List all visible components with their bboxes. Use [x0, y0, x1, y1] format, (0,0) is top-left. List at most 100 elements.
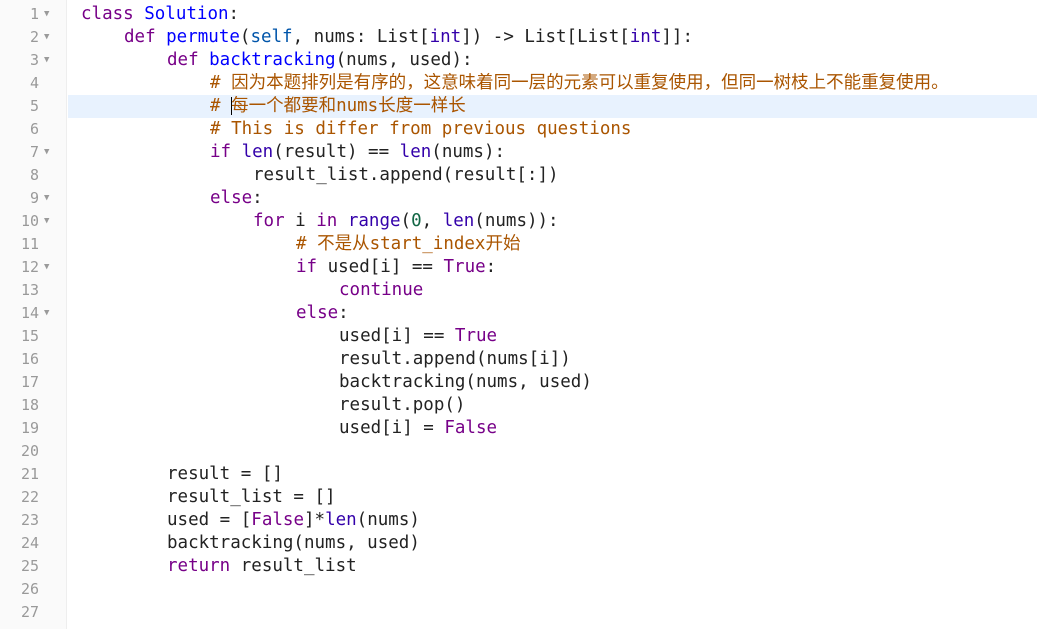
code-editor[interactable]: 1 ▼ 2 ▼ 3 ▼ 4 5 6 7 ▼ 8 9 ▼ 10 ▼ 11 12 ▼ 13 14 ▼ 15 16 17 18 19 20 2…: [0, 0, 1037, 629]
fold-arrow-icon[interactable]: ▼: [44, 256, 49, 279]
code-token: True: [443, 257, 486, 277]
code-token: (nums): [356, 510, 420, 530]
code-token: result.append(nums[i]): [339, 349, 571, 369]
code-token: (: [400, 211, 412, 231]
gutter-line: 8: [0, 164, 66, 187]
code-token: backtracking(nums, used): [339, 372, 592, 392]
code-token: def: [167, 50, 199, 70]
code-token: used = [: [167, 510, 252, 530]
code-line[interactable]: def backtracking(nums, used):: [68, 49, 1037, 72]
code-line[interactable]: # 因为本题排列是有序的，这意味着同一层的元素可以重复使用，但同一树枝上不能重复…: [68, 72, 1037, 95]
line-number: 22: [20, 488, 39, 506]
code-line[interactable]: # This is differ from previous questions: [68, 118, 1037, 141]
code-token: return: [167, 556, 231, 576]
code-line[interactable]: result = []: [68, 463, 1037, 486]
code-line[interactable]: [68, 578, 1037, 601]
code-line-text: continue: [339, 279, 423, 302]
code-line-text: class Solution:: [81, 3, 239, 26]
code-line[interactable]: [68, 601, 1037, 624]
fold-arrow-icon[interactable]: ▼: [44, 210, 49, 233]
line-number: 6: [29, 120, 39, 138]
code-line-text: # 因为本题排列是有序的，这意味着同一层的元素可以重复使用，但同一树枝上不能重复…: [210, 72, 949, 95]
code-area[interactable]: class Solution: def permute(self, nums: L…: [68, 0, 1037, 629]
gutter-line: 14 ▼: [0, 302, 66, 325]
line-number: 8: [29, 166, 39, 184]
code-line-text: used[i] == True: [339, 325, 497, 348]
gutter-line: 9 ▼: [0, 187, 66, 210]
code-line[interactable]: if used[i] == True:: [68, 256, 1037, 279]
fold-arrow-icon[interactable]: ▼: [44, 26, 49, 49]
code-line[interactable]: class Solution:: [68, 3, 1037, 26]
code-line-text: if used[i] == True:: [296, 256, 496, 279]
code-line[interactable]: else:: [68, 302, 1037, 325]
code-line[interactable]: result.pop(): [68, 394, 1037, 417]
code-line[interactable]: return result_list: [68, 555, 1037, 578]
line-number: 15: [20, 327, 39, 345]
code-token: (nums):: [431, 142, 506, 162]
line-number: 7: [29, 143, 39, 161]
code-token: len: [399, 142, 432, 162]
code-line[interactable]: continue: [68, 279, 1037, 302]
code-token: (nums, used):: [335, 50, 473, 70]
gutter-line: 17: [0, 371, 66, 394]
gutter-line: 13: [0, 279, 66, 302]
line-number: 14: [20, 304, 39, 322]
code-token: :: [485, 257, 497, 277]
code-line[interactable]: # 每一个都要和nums长度一样长: [68, 95, 1037, 118]
code-token: used[i] =: [339, 418, 445, 438]
line-number: 26: [20, 580, 39, 598]
fold-arrow-icon[interactable]: ▼: [44, 3, 49, 26]
code-line[interactable]: [68, 440, 1037, 463]
code-token: , nums: List[: [292, 27, 430, 47]
code-line[interactable]: used = [False]*len(nums): [68, 509, 1037, 532]
code-token: (: [239, 27, 251, 47]
code-line[interactable]: used[i] = False: [68, 417, 1037, 440]
code-line[interactable]: for i in range(0, len(nums)):: [68, 210, 1037, 233]
code-token: (result) ==: [273, 142, 400, 162]
gutter-line: 12 ▼: [0, 256, 66, 279]
line-number: 11: [20, 235, 39, 253]
code-line[interactable]: if len(result) == len(nums):: [68, 141, 1037, 164]
code-token: continue: [339, 280, 424, 300]
code-line-text: result_list.append(result[:]): [253, 164, 559, 187]
code-token: self: [250, 27, 293, 47]
line-number: 24: [20, 534, 39, 552]
line-number: 3: [29, 51, 39, 69]
fold-arrow-icon[interactable]: ▼: [44, 302, 49, 325]
line-number: 20: [20, 442, 39, 460]
code-token: if: [210, 142, 232, 162]
code-token: (nums)):: [474, 211, 559, 231]
code-line-text: def backtracking(nums, used):: [167, 49, 473, 72]
code-token: :: [252, 188, 263, 208]
code-line[interactable]: else:: [68, 187, 1037, 210]
line-number: 21: [20, 465, 39, 483]
gutter-line: 10 ▼: [0, 210, 66, 233]
line-number: 13: [20, 281, 39, 299]
fold-arrow-icon[interactable]: ▼: [44, 49, 49, 72]
code-line[interactable]: used[i] == True: [68, 325, 1037, 348]
code-token: result.pop(): [339, 395, 466, 415]
gutter-line: 16: [0, 348, 66, 371]
line-number: 10: [20, 212, 39, 230]
code-token: ,: [421, 211, 443, 231]
code-token: backtracking(nums, used): [167, 533, 420, 553]
code-line[interactable]: backtracking(nums, used): [68, 532, 1037, 555]
code-line-text: result = []: [167, 463, 283, 486]
code-line[interactable]: def permute(self, nums: List[int]) -> Li…: [68, 26, 1037, 49]
code-line[interactable]: result_list.append(result[:]): [68, 164, 1037, 187]
code-line[interactable]: # 不是从start_index开始: [68, 233, 1037, 256]
code-token: Solution: [133, 4, 229, 24]
code-token: result = []: [167, 464, 283, 484]
line-number-gutter: 1 ▼ 2 ▼ 3 ▼ 4 5 6 7 ▼ 8 9 ▼ 10 ▼ 11 12 ▼ 13 14 ▼ 15 16 17 18 19 20 2…: [0, 0, 67, 629]
code-line[interactable]: backtracking(nums, used): [68, 371, 1037, 394]
code-token: result_list = []: [167, 487, 336, 507]
code-token: int: [629, 27, 662, 47]
code-token: range: [337, 211, 401, 231]
code-line[interactable]: result_list = []: [68, 486, 1037, 509]
fold-arrow-icon[interactable]: ▼: [44, 141, 49, 164]
fold-arrow-icon[interactable]: ▼: [44, 187, 49, 210]
code-line[interactable]: result.append(nums[i]): [68, 348, 1037, 371]
code-token: # 因为本题排列是有序的，这意味着同一层的元素可以重复使用，但同一树枝上不能重复…: [210, 73, 949, 93]
gutter-line: 7 ▼: [0, 141, 66, 164]
code-line-text: if len(result) == len(nums):: [210, 141, 505, 164]
